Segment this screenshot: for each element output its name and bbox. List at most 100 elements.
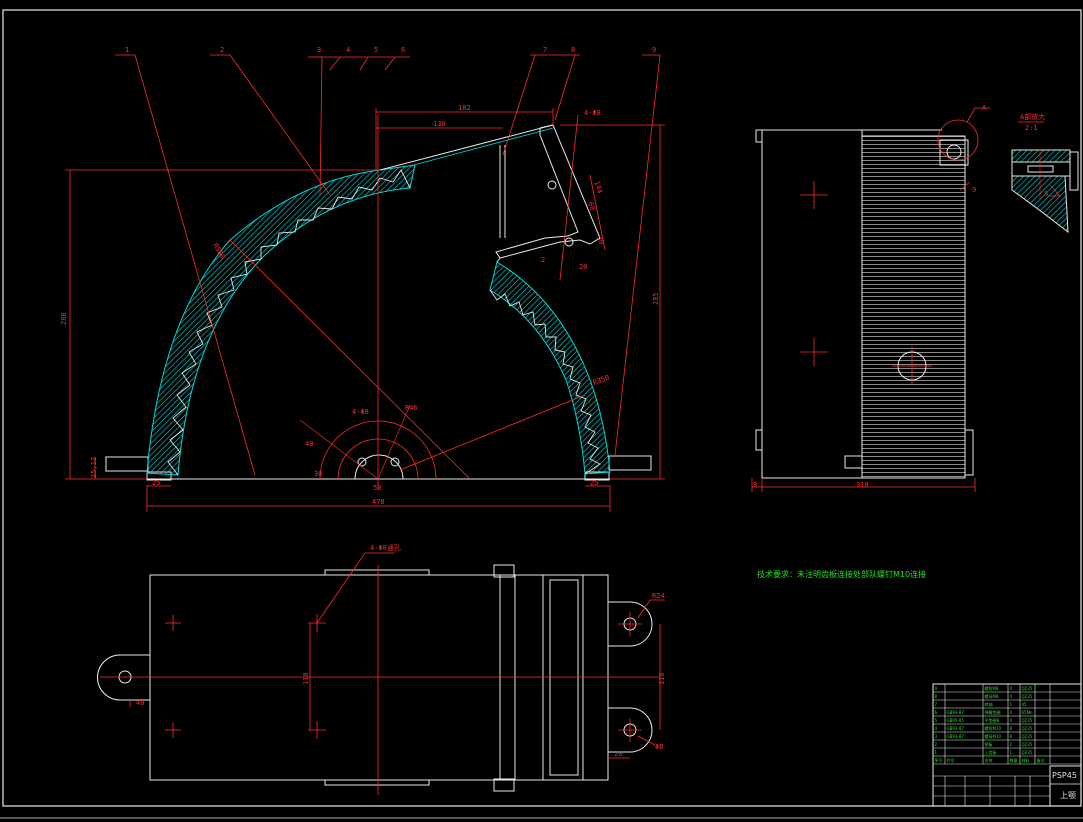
bracket-plate	[495, 124, 601, 259]
title-block-cell: 4	[1010, 718, 1013, 723]
detail-a: A部放大 2:1 8	[1011, 112, 1079, 234]
title-block-header-cell: 代号	[947, 757, 955, 763]
title-block-cell: 螺母M8	[985, 693, 999, 699]
dim-left-small: 25	[152, 479, 160, 487]
plan-dim-110-right: 110	[658, 672, 666, 685]
front-leader-labels: 1 2 3 4 5 6 7 8 9	[125, 46, 656, 54]
title-block-cell: 8	[1010, 734, 1013, 739]
dim-center-50: 50	[373, 484, 381, 492]
title-block-cell: GB93-87	[947, 710, 965, 715]
leader-5: 5	[374, 46, 378, 54]
detail-label: 8	[1044, 190, 1048, 198]
title-block-cell: 螺栓M10	[985, 725, 1002, 731]
leader-7: 7	[543, 46, 547, 54]
tech-note: 技术要求：未注明齿板连接处部队螺钉M10连接	[757, 569, 926, 579]
dim-left-height: 280	[60, 312, 68, 325]
dim-right-small: 25	[590, 479, 598, 487]
drawing-name: 上颚	[1060, 791, 1076, 800]
title-block-cell: 1	[935, 750, 938, 755]
side-dim-left: 8	[753, 481, 757, 489]
title-block-cell: 侧板	[985, 741, 993, 747]
leader-1: 1	[125, 46, 129, 54]
leader-4: 4	[346, 46, 350, 54]
dim-plate-20: 20	[579, 263, 587, 271]
title-block-cell: 转轴	[985, 701, 993, 707]
title-block-cell: 4	[1010, 710, 1013, 715]
dim-center-40: 40	[305, 440, 313, 448]
leader-3: 3	[317, 46, 321, 54]
title-block-header-cell: 名称	[985, 757, 993, 763]
dim-left-side: 25,12	[90, 457, 98, 478]
title-block-cell: 1	[1010, 702, 1013, 707]
dim-130: 130	[433, 120, 446, 128]
detail-title: A部放大	[1020, 112, 1045, 121]
title-block-cell: GB93-87	[947, 726, 965, 731]
title-block-cell: 4	[1010, 686, 1013, 691]
title-block-cell: 1	[1010, 750, 1013, 755]
side-label-9: 9	[972, 186, 976, 194]
side-dim-width: 310	[856, 481, 869, 489]
title-block-header-cell: 材料	[1022, 757, 1030, 763]
dim-plate-144: 144	[592, 180, 604, 195]
title-block-cell: 4	[935, 726, 938, 731]
plan-dim-40: 40	[136, 699, 144, 707]
title-block-cell: Q235	[1022, 694, 1033, 699]
plan-dim-phi: Φ8	[655, 743, 663, 751]
title-block-cell: 2	[935, 742, 938, 747]
title-block-cell: Q235	[1022, 734, 1033, 739]
title-block-cell: 7	[935, 702, 938, 707]
dim-arc-r1: R500	[211, 242, 226, 261]
title-block-cell: 螺栓M8	[985, 685, 999, 691]
dim-bottom-width: 478	[372, 498, 385, 506]
title-block-cell: Q235	[1022, 750, 1033, 755]
title-block-cell: 5	[935, 718, 938, 723]
title-block-cell: 8	[1010, 726, 1013, 731]
dim-right-height: 285	[652, 292, 660, 305]
title-block-cell: 45	[1022, 702, 1028, 707]
title-block-cell: Q235	[1022, 726, 1033, 731]
title-block-cell: GB93-87	[947, 734, 965, 739]
title-block-cell: 2	[1010, 742, 1013, 747]
dim-plate-hole: 4-Φ8	[584, 109, 601, 117]
dim-center-30: 30	[314, 470, 322, 478]
plan-dim-r: R24	[652, 592, 665, 600]
title-block-cell: 4	[1010, 694, 1013, 699]
title-block-cell: 9	[935, 686, 938, 691]
dim-182: 182	[458, 104, 471, 112]
title-block-cell: Q235	[1022, 742, 1033, 747]
leader-8: 8	[571, 46, 575, 54]
drawing-number: PSP45	[1052, 771, 1077, 780]
dim-plate-60: 60	[586, 201, 596, 212]
engineering-drawing: 1 2 3 4 5 6 7 8 9 182 130 280 285 478 25…	[0, 9, 1083, 819]
detail-scale: 2:1	[1025, 124, 1038, 132]
plan-leader-note: 4-Φ8通孔	[370, 543, 401, 552]
title-block-cell: 上齿板	[985, 749, 997, 755]
title-block-cell: Q235	[1022, 718, 1033, 723]
title-block-cell: 65Mn	[1022, 710, 1034, 715]
title-block-cell: 螺母M10	[985, 733, 1002, 739]
plan-dim-110-left: 110	[302, 672, 310, 685]
title-block-cell: 3	[935, 734, 938, 739]
plan-view: 4-Φ8通孔 110 110 R24 20 40 Φ8	[97, 543, 666, 795]
dim-plate-2: 2	[541, 256, 545, 264]
plan-dim-20: 20	[614, 750, 622, 758]
dim-arc-r2: R350	[592, 374, 611, 387]
title-block-cell: 弹簧垫圈	[985, 709, 1001, 715]
title-block-cell: 8	[935, 694, 938, 699]
dim-center-d: 4-Φ8	[352, 408, 369, 416]
inner-jaw-band	[489, 261, 611, 475]
title-block-header-cell: 数量	[1010, 757, 1018, 763]
outer-jaw-band	[146, 164, 416, 476]
title-block-cell: GB95-85	[947, 718, 965, 723]
title-block-header-cell: 备注	[1037, 757, 1045, 763]
title-block-cell: Q235	[1022, 686, 1033, 691]
leader-9: 9	[652, 46, 656, 54]
title-block: 9 螺栓M8 4 Q2358 螺母M8 4 Q2357 转轴 1 456 GB93-87 弹簧垫圈 4 6…	[932, 683, 1082, 807]
leader-2: 2	[220, 46, 224, 54]
title-block-header-cell: 序号	[935, 757, 943, 763]
title-block-cell: 6	[935, 710, 938, 715]
title-block-cell: 平垫圈8	[985, 717, 1000, 723]
side-view: A 9 310 8	[751, 104, 990, 492]
dim-center-r: R46	[405, 404, 418, 412]
leader-6: 6	[401, 46, 405, 54]
